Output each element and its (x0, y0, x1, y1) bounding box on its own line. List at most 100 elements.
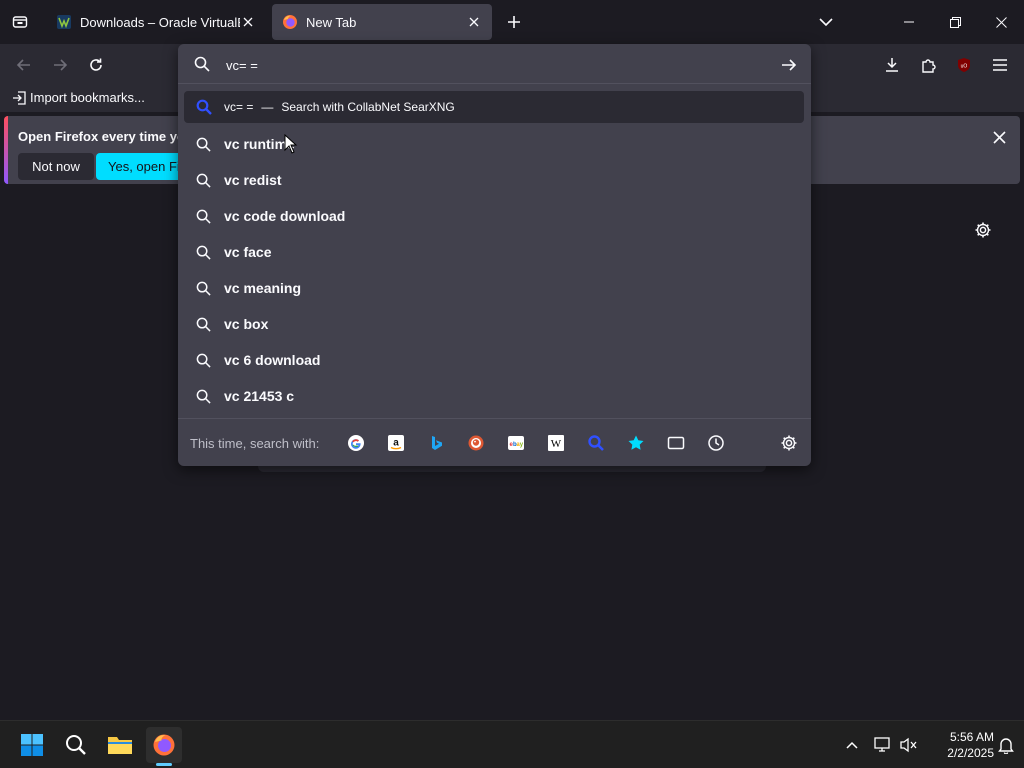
windows-logo-icon (21, 734, 43, 756)
searxng-icon (184, 99, 224, 115)
start-button[interactable] (14, 727, 50, 763)
search-icon (66, 735, 86, 755)
wikipedia-icon[interactable]: W (545, 432, 567, 454)
google-icon[interactable] (345, 432, 367, 454)
tab-new-tab[interactable]: New Tab (272, 4, 492, 40)
urlbar-suggestion[interactable]: vc 21453 c (184, 380, 804, 412)
tabs-icon[interactable] (665, 432, 687, 454)
firefox-icon (283, 15, 297, 29)
app-menu-button[interactable] (988, 53, 1012, 77)
arrow-right-icon (54, 59, 68, 71)
history-icon[interactable] (705, 432, 727, 454)
close-window-button[interactable] (978, 0, 1024, 44)
close-notification-button[interactable] (990, 128, 1008, 146)
firefox-taskbar-button[interactable] (146, 727, 182, 763)
tab-title: New Tab (306, 14, 357, 30)
ublock-origin-button[interactable]: uO (952, 53, 976, 77)
network-tray-button[interactable] (873, 735, 893, 755)
downloads-button[interactable] (880, 53, 904, 77)
show-hidden-icons-button[interactable] (842, 735, 862, 755)
svg-text:uO: uO (961, 64, 968, 70)
minimize-button[interactable] (886, 0, 932, 44)
gear-icon (781, 435, 797, 451)
gear-icon (975, 222, 991, 238)
suggestion-text: vc redist (224, 172, 282, 188)
notification-message: Open Firefox every time you (18, 129, 193, 144)
network-icon (874, 737, 890, 752)
search-icon (184, 317, 224, 332)
speaker-muted-icon (900, 737, 917, 753)
search-icon (184, 353, 224, 368)
suggestion-text: vc box (224, 316, 269, 332)
svg-text:a: a (393, 438, 399, 449)
bell-icon (998, 738, 1014, 754)
svg-text:W: W (551, 438, 562, 450)
search-icon (184, 209, 224, 224)
file-explorer-button[interactable] (102, 727, 138, 763)
mouse-cursor-icon (284, 134, 298, 154)
clock-time: 5:56 AM (949, 730, 994, 744)
firefox-view-button[interactable] (6, 8, 34, 36)
bing-icon[interactable] (425, 432, 447, 454)
searxng-icon[interactable] (585, 432, 607, 454)
urlbar-input[interactable] (226, 55, 766, 75)
suggestion-text: vc face (224, 244, 272, 260)
search-icon (184, 137, 224, 152)
windows-taskbar: 5:56 AM 2/2/2025 (0, 720, 1024, 768)
urlbar-suggestion[interactable]: vc runtime (184, 128, 804, 160)
hamburger-menu-icon (993, 59, 1007, 71)
bookmarks-icon[interactable] (625, 432, 647, 454)
search-icon (194, 56, 210, 72)
go-button[interactable] (778, 56, 800, 74)
duckduckgo-icon[interactable] (465, 432, 487, 454)
ebay-icon[interactable]: ebay (505, 432, 527, 454)
close-icon (995, 16, 1007, 28)
extensions-button[interactable] (916, 53, 940, 77)
one-off-label: This time, search with: (190, 436, 320, 451)
back-button[interactable] (12, 53, 36, 77)
personalize-new-tab-button[interactable] (972, 219, 994, 241)
search-icon (184, 245, 224, 260)
amazon-icon[interactable]: a (385, 432, 407, 454)
reload-icon (90, 58, 102, 71)
search-icon (184, 173, 224, 188)
reload-button[interactable] (84, 53, 108, 77)
folder-icon (108, 737, 132, 754)
import-bookmarks-label: Import bookmarks... (30, 90, 145, 105)
clock-date: 2/2/2025 (947, 746, 994, 760)
list-all-tabs-button[interactable] (814, 10, 838, 34)
urlbar-suggestion[interactable]: vc box (184, 308, 804, 340)
search-settings-button[interactable] (778, 432, 800, 454)
close-icon (992, 130, 1006, 144)
urlbar-input-row (178, 44, 811, 84)
restore-button[interactable] (932, 0, 978, 44)
urlbar-suggestion[interactable]: vc code download (184, 200, 804, 232)
notifications-button[interactable] (996, 735, 1016, 755)
system-clock[interactable]: 5:56 AM 2/2/2025 (920, 729, 994, 761)
suggestion-text: vc 21453 c (224, 388, 295, 404)
close-tab-icon[interactable] (240, 14, 256, 30)
urlbar-suggestion[interactable]: vc meaning (184, 272, 804, 304)
urlbar-suggestion[interactable]: vc redist (184, 164, 804, 196)
chevron-up-icon (846, 741, 858, 749)
tab-downloads-virtualbox[interactable]: Downloads – Oracle VirtualBox (46, 4, 266, 40)
ublock-icon: uO (958, 58, 970, 72)
import-bookmarks-button[interactable]: Import bookmarks... (12, 90, 145, 105)
urlbar-suggestion[interactable]: vc 6 download (184, 344, 804, 376)
search-icon (184, 389, 224, 404)
volume-tray-button[interactable] (899, 735, 919, 755)
chevron-down-icon (819, 18, 833, 27)
result-separator: — (261, 100, 274, 114)
urlbar-popup: vc= = — Search with CollabNet SearXNG vc… (178, 44, 811, 466)
not-now-button[interactable]: Not now (18, 153, 94, 180)
urlbar-result-search-engine[interactable]: vc= = — Search with CollabNet SearXNG (184, 91, 804, 123)
close-tab-icon[interactable] (466, 14, 482, 30)
forward-button[interactable] (48, 53, 72, 77)
firefox-view-icon (12, 16, 28, 28)
firefox-icon (153, 734, 175, 756)
new-tab-button[interactable] (502, 10, 526, 34)
taskbar-search-button[interactable] (58, 727, 94, 763)
tab-title: Downloads – Oracle VirtualBox (80, 14, 240, 30)
arrow-left-icon (16, 59, 30, 71)
urlbar-suggestion[interactable]: vc face (184, 236, 804, 268)
